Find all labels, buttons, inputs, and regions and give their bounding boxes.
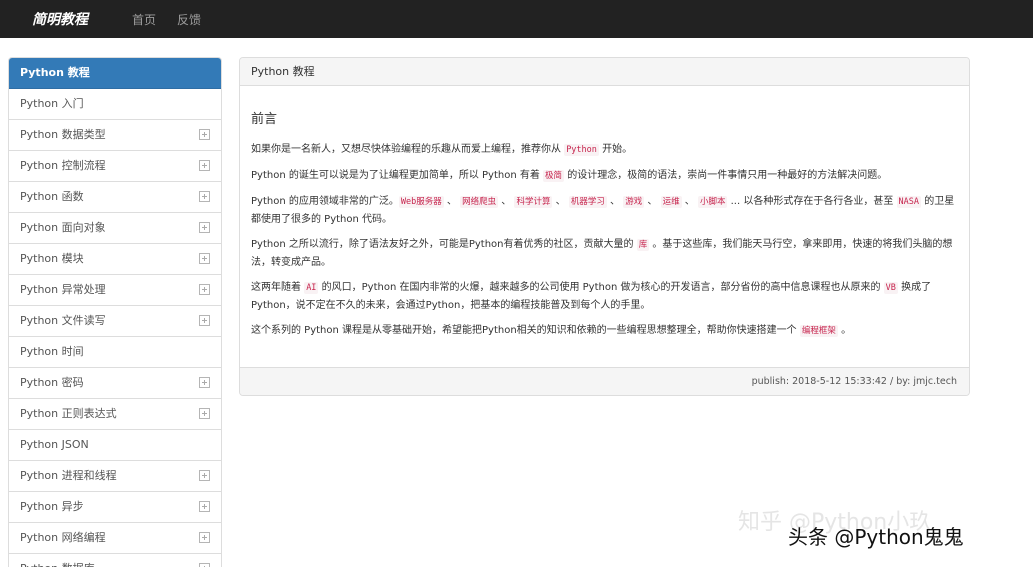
- sidebar-item[interactable]: Python 异常处理: [9, 275, 221, 306]
- sidebar-item-label: Python 时间: [20, 345, 84, 358]
- inline-code: NASA: [896, 196, 922, 208]
- sidebar-item-label: Python 异常处理: [20, 283, 106, 296]
- inline-code: Python: [564, 144, 599, 156]
- sidebar-item[interactable]: Python 教程: [9, 58, 221, 89]
- sidebar-item-label: Python 网络编程: [20, 531, 106, 544]
- sidebar-item-label: Python 数据类型: [20, 128, 106, 141]
- expand-plus-icon[interactable]: [199, 315, 210, 326]
- sidebar-item-label: Python 正则表达式: [20, 407, 117, 420]
- panel-heading: Python 教程: [240, 58, 969, 86]
- paragraph-text: ... 以各种形式存在于各行各业，甚至: [727, 196, 897, 207]
- sidebar-item[interactable]: Python 面向对象: [9, 213, 221, 244]
- expand-plus-icon[interactable]: [199, 377, 210, 388]
- section-title: 前言: [251, 112, 278, 127]
- article-paragraph: 这两年随着 AI 的风口，Python 在国内非常的火爆，越来越多的公司使用 P…: [251, 279, 958, 314]
- article-paragraph: Python 的诞生可以说是为了让编程更加简单，所以 Python 有着 极简 …: [251, 167, 958, 185]
- inline-code: VB: [883, 282, 898, 294]
- content-panel: Python 教程 前言 如果你是一名新人，又想尽快体验编程的乐趣从而爱上编程，…: [239, 57, 970, 396]
- paragraph-text: 、: [606, 196, 624, 207]
- sidebar-item-label: Python 密码: [20, 376, 84, 389]
- paragraph-text: 的设计理念，极简的语法，崇尚一件事情只用一种最好的方法解决问题。: [564, 170, 888, 181]
- article-paragraph: Python 之所以流行，除了语法友好之外，可能是Python有着优秀的社区，贡…: [251, 236, 958, 271]
- expand-plus-icon[interactable]: [199, 160, 210, 171]
- expand-plus-icon[interactable]: [199, 470, 210, 481]
- article-paragraph: 这个系列的 Python 课程是从零基础开始，希望能把Python相关的知识和依…: [251, 322, 958, 340]
- sidebar-item[interactable]: Python 控制流程: [9, 151, 221, 182]
- inline-code: AI: [304, 282, 319, 294]
- inline-code: 科学计算: [514, 196, 553, 208]
- paragraph-text: 开始。: [598, 144, 633, 155]
- sidebar-item-label: Python 控制流程: [20, 159, 106, 172]
- inline-code: 库: [636, 239, 650, 251]
- sidebar-item[interactable]: Python JSON: [9, 430, 221, 461]
- expand-plus-icon[interactable]: [199, 129, 210, 140]
- paragraph-text: 、: [498, 196, 515, 207]
- paragraph-text: Python 的应用领域非常的广泛。: [251, 196, 399, 207]
- inline-code: Web服务器: [398, 196, 444, 208]
- sidebar-item[interactable]: Python 数据类型: [9, 120, 221, 151]
- top-navbar: 简明教程 首页 反馈: [0, 0, 1033, 38]
- expand-plus-icon[interactable]: [199, 501, 210, 512]
- inline-code: 网络爬虫: [460, 196, 499, 208]
- sidebar-item[interactable]: Python 密码: [9, 368, 221, 399]
- sidebar-item-label: Python 函数: [20, 190, 84, 203]
- sidebar-item[interactable]: Python 进程和线程: [9, 461, 221, 492]
- brand-logo[interactable]: 简明教程: [32, 9, 88, 29]
- expand-plus-icon[interactable]: [199, 284, 210, 295]
- paragraph-text: 、: [443, 196, 461, 207]
- expand-plus-icon[interactable]: [199, 191, 210, 202]
- expand-plus-icon[interactable]: [199, 563, 210, 567]
- paragraph-text: 的风口，Python 在国内非常的火爆，越来越多的公司使用 Python 做为核…: [318, 282, 884, 293]
- expand-plus-icon[interactable]: [199, 222, 210, 233]
- sidebar-item-label: Python JSON: [20, 438, 89, 451]
- paragraph-text: Python 的诞生可以说是为了让编程更加简单，所以 Python 有着: [251, 170, 544, 181]
- paragraph-text: 这个系列的 Python 课程是从零基础开始，希望能把Python相关的知识和依…: [251, 325, 800, 336]
- article-text: 如果你是一名新人，又想尽快体验编程的乐趣从而爱上编程，推荐你从 Python 开…: [251, 141, 958, 340]
- sidebar-item[interactable]: Python 网络编程: [9, 523, 221, 554]
- toutiao-credit: 头条 @Python鬼鬼: [788, 525, 964, 549]
- paragraph-text: Python 之所以流行，除了语法友好之外，可能是Python有着优秀的社区，贡…: [251, 239, 637, 250]
- panel-body: 前言 如果你是一名新人，又想尽快体验编程的乐趣从而爱上编程，推荐你从 Pytho…: [240, 86, 969, 340]
- inline-code: 机器学习: [568, 196, 607, 208]
- paragraph-text: 、: [552, 196, 569, 207]
- nav-feedback-link[interactable]: 反馈: [177, 11, 201, 28]
- expand-plus-icon[interactable]: [199, 253, 210, 264]
- publish-info: publish: 2018-5-12 15:33:42 / by: jmjc.t…: [240, 367, 969, 395]
- inline-code: 游戏: [623, 196, 645, 208]
- sidebar-item[interactable]: Python 时间: [9, 337, 221, 368]
- sidebar-item-label: Python 进程和线程: [20, 469, 117, 482]
- sidebar-item[interactable]: Python 数据库: [9, 554, 221, 567]
- sidebar-item[interactable]: Python 模块: [9, 244, 221, 275]
- paragraph-text: 。: [837, 325, 852, 336]
- sidebar-item-label: Python 教程: [20, 66, 90, 79]
- sidebar-item-label: Python 数据库: [20, 562, 95, 567]
- inline-code: 小脚本: [697, 196, 728, 208]
- sidebar-item-label: Python 异步: [20, 500, 84, 513]
- expand-plus-icon[interactable]: [199, 532, 210, 543]
- article-paragraph: Python 的应用领域非常的广泛。 Web服务器 、 网络爬虫 、 科学计算 、…: [251, 193, 958, 228]
- sidebar-item[interactable]: Python 函数: [9, 182, 221, 213]
- inline-code: 极简: [543, 170, 565, 182]
- sidebar-item[interactable]: Python 文件读写: [9, 306, 221, 337]
- paragraph-text: 如果你是一名新人，又想尽快体验编程的乐趣从而爱上编程，推荐你从: [251, 144, 565, 155]
- paragraph-text: 、: [644, 196, 661, 207]
- article-paragraph: 如果你是一名新人，又想尽快体验编程的乐趣从而爱上编程，推荐你从 Python 开…: [251, 141, 958, 159]
- sidebar-item-label: Python 面向对象: [20, 221, 106, 234]
- nav-home-link[interactable]: 首页: [132, 11, 156, 28]
- sidebar-item-label: Python 模块: [20, 252, 84, 265]
- inline-code: 运维: [660, 196, 682, 208]
- paragraph-text: 、: [681, 196, 698, 207]
- paragraph-text: 这两年随着: [251, 282, 305, 293]
- sidebar-item[interactable]: Python 正则表达式: [9, 399, 221, 430]
- sidebar-item[interactable]: Python 入门: [9, 89, 221, 120]
- sidebar-item[interactable]: Python 异步: [9, 492, 221, 523]
- sidebar-item-label: Python 文件读写: [20, 314, 106, 327]
- sidebar-item-label: Python 入门: [20, 97, 84, 110]
- inline-code: 编程框架: [799, 325, 838, 337]
- sidebar-menu: Python 教程 Python 入门 Python 数据类型 Python 控制流程…: [8, 57, 222, 567]
- expand-plus-icon[interactable]: [199, 408, 210, 419]
